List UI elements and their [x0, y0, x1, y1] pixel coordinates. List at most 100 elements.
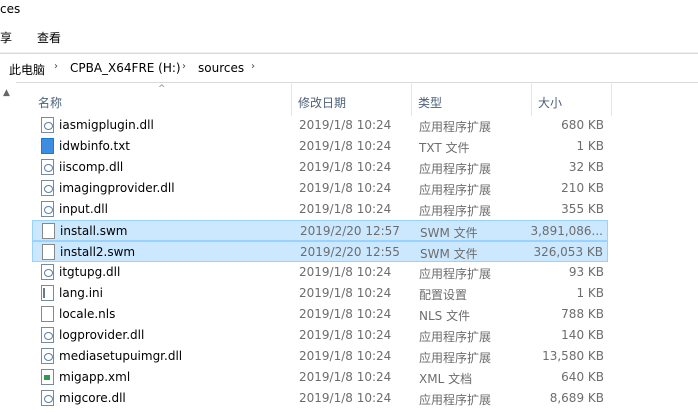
file-row[interactable]: iasmigplugin.dll 2019/1/8 10:24 应用程序扩展 680 …: [32, 115, 608, 136]
dll-file-icon: [41, 201, 54, 217]
file-row[interactable]: locale.nls 2019/1/8 10:24 NLS 文件 788 KB: [32, 304, 608, 325]
dll-file-icon: [41, 117, 54, 133]
column-size-label: 大小: [538, 96, 563, 110]
file-row[interactable]: itgtupg.dll 2019/1/8 10:24 应用程序扩展 93 KB: [32, 262, 608, 283]
file-name: mediasetupuimgr.dll: [59, 349, 183, 363]
file-date: 2019/2/20 12:57: [300, 224, 400, 238]
file-type: 应用程序扩展: [419, 183, 492, 197]
chevron-right-icon[interactable]: ›: [251, 61, 255, 72]
tab-view[interactable]: 查看: [37, 29, 61, 46]
file-date: 2019/1/8 10:24: [299, 181, 392, 195]
file-name: install2.swm: [60, 245, 136, 259]
file-type: 应用程序扩展: [419, 162, 492, 176]
chevron-right-icon[interactable]: ›: [182, 61, 186, 72]
file-date: 2019/1/8 10:24: [299, 286, 392, 300]
file-row[interactable]: install2.swm 2019/2/20 12:55 SWM 文件 326,053…: [32, 241, 608, 262]
file-type: 配置设置: [419, 288, 468, 302]
tab-share[interactable]: 享: [0, 29, 12, 46]
txt-file-icon: [41, 138, 54, 154]
dll-file-icon: [41, 159, 54, 175]
file-size: 13,580 KB: [542, 349, 604, 363]
ini-file-icon: [41, 285, 54, 301]
breadcrumb-drive[interactable]: CPBA_X64FRE (H:): [70, 61, 181, 75]
file-type: 应用程序扩展: [419, 120, 492, 134]
file-size: 355 KB: [561, 202, 604, 216]
dll-file-icon: [41, 348, 54, 364]
file-date: 2019/1/8 10:24: [299, 265, 392, 279]
file-row[interactable]: input.dll 2019/1/8 10:24 应用程序扩展 355 KB: [32, 199, 608, 220]
file-row[interactable]: imagingprovider.dll 2019/1/8 10:24 应用程序扩展 2…: [32, 178, 608, 199]
swm-file-icon: [42, 244, 55, 260]
file-date: 2019/1/8 10:24: [299, 391, 392, 405]
file-date: 2019/1/8 10:24: [299, 139, 392, 153]
file-date: 2019/2/20 12:55: [300, 245, 400, 259]
swm-file-icon: [42, 223, 55, 239]
file-name: itgtupg.dll: [59, 265, 121, 279]
title-bar: ces: [0, 0, 698, 22]
file-name: install.swm: [60, 224, 128, 238]
breadcrumb-sources[interactable]: sources: [198, 61, 244, 75]
file-type: 应用程序扩展: [419, 330, 492, 344]
file-size: 8,689 KB: [549, 391, 604, 405]
file-name: input.dll: [59, 202, 108, 216]
file-row[interactable]: mediasetupuimgr.dll 2019/1/8 10:24 应用程序扩展 1…: [32, 346, 608, 367]
file-date: 2019/1/8 10:24: [299, 370, 392, 384]
file-size: 326,053 KB: [533, 245, 603, 259]
column-name-label: 名称: [38, 96, 63, 110]
ribbon-tabs: 享 查看: [0, 22, 698, 53]
chevron-right-icon[interactable]: ›: [54, 61, 58, 72]
nls-file-icon: [41, 306, 54, 322]
file-row[interactable]: install.swm 2019/2/20 12:57 SWM 文件 3,891,08…: [32, 220, 608, 241]
file-type: SWM 文件: [420, 247, 478, 261]
dll-file-icon: [41, 327, 54, 343]
column-type-label: 类型: [418, 96, 443, 110]
column-header: 名称 ^ 修改日期 类型 大小: [32, 82, 612, 116]
file-name: locale.nls: [59, 307, 116, 321]
dll-file-icon: [41, 180, 54, 196]
file-size: 1 KB: [576, 286, 604, 300]
window-title: ces: [0, 2, 21, 16]
column-type[interactable]: 类型: [412, 82, 532, 116]
scroll-up-icon[interactable]: ▲: [3, 88, 10, 98]
file-type: 应用程序扩展: [419, 204, 492, 218]
file-date: 2019/1/8 10:24: [299, 160, 392, 174]
file-row[interactable]: idwbinfo.txt 2019/1/8 10:24 TXT 文件 1 KB: [32, 136, 608, 157]
file-type: TXT 文件: [419, 141, 470, 155]
file-type: 应用程序扩展: [419, 351, 492, 365]
file-name: iasmigplugin.dll: [59, 118, 154, 132]
file-name: logprovider.dll: [59, 328, 145, 342]
dll-file-icon: [41, 264, 54, 280]
sort-ascending-icon: ^: [158, 84, 166, 94]
file-type: XML 文档: [419, 372, 473, 386]
navigation-pane: ▲: [0, 82, 16, 413]
file-size: 680 KB: [561, 118, 604, 132]
column-size[interactable]: 大小: [532, 82, 612, 116]
file-size: 93 KB: [568, 265, 604, 279]
file-row[interactable]: iiscomp.dll 2019/1/8 10:24 应用程序扩展 32 KB: [32, 157, 608, 178]
file-name: migapp.xml: [59, 370, 131, 384]
file-name: iiscomp.dll: [59, 160, 124, 174]
breadcrumb-this-pc[interactable]: 此电脑: [9, 61, 45, 78]
column-date-label: 修改日期: [298, 96, 347, 110]
file-row[interactable]: migapp.xml 2019/1/8 10:24 XML 文档 640 KB: [32, 367, 608, 388]
column-date[interactable]: 修改日期: [292, 82, 412, 116]
file-size: 3,891,086...: [530, 224, 603, 238]
file-size: 32 KB: [568, 160, 604, 174]
file-row[interactable]: lang.ini 2019/1/8 10:24 配置设置 1 KB: [32, 283, 608, 304]
address-bar[interactable]: 此电脑 › CPBA_X64FRE (H:) › sources ›: [0, 53, 698, 83]
file-date: 2019/1/8 10:24: [299, 328, 392, 342]
file-row[interactable]: logprovider.dll 2019/1/8 10:24 应用程序扩展 140 K…: [32, 325, 608, 346]
file-type: 应用程序扩展: [419, 267, 492, 281]
file-name: imagingprovider.dll: [59, 181, 175, 195]
file-date: 2019/1/8 10:24: [299, 307, 392, 321]
file-size: 640 KB: [561, 370, 604, 384]
file-date: 2019/1/8 10:24: [299, 118, 392, 132]
file-size: 788 KB: [561, 307, 604, 321]
file-name: migcore.dll: [59, 391, 126, 405]
file-name: idwbinfo.txt: [59, 139, 131, 153]
xml-file-icon: [41, 369, 54, 385]
file-date: 2019/1/8 10:24: [299, 202, 392, 216]
file-type: 应用程序扩展: [419, 393, 492, 407]
file-type: NLS 文件: [419, 309, 471, 323]
file-row[interactable]: migcore.dll 2019/1/8 10:24 应用程序扩展 8,689 KB: [32, 388, 608, 409]
